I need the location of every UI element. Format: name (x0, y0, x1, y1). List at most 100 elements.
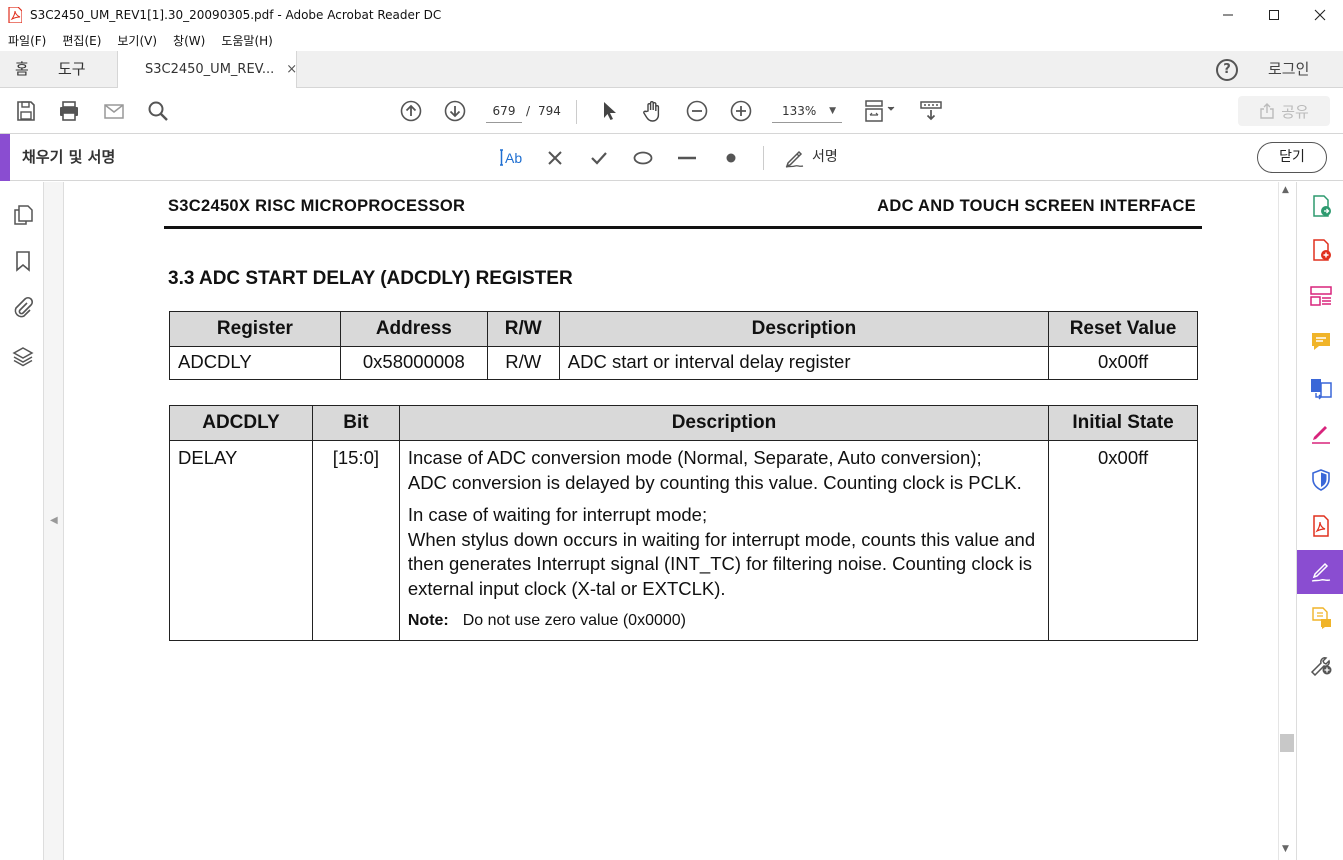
section-title: 3.3 ADC START DELAY (ADCDLY) REGISTER (168, 268, 573, 289)
share-label: 공유 (1281, 102, 1309, 121)
bit-field-table: ADCDLY Bit Description Initial State DEL… (169, 405, 1198, 641)
initial-state-cell: 0x00ff (1048, 440, 1198, 641)
page-display-icon[interactable] (863, 99, 897, 123)
attachments-icon[interactable] (12, 296, 34, 318)
table-header-row: ADCDLY Bit Description Initial State (169, 405, 1198, 441)
minimize-icon (1223, 14, 1233, 16)
left-pane-collapse[interactable]: ◀ (44, 182, 64, 860)
menu-window[interactable]: 창(W) (165, 32, 213, 49)
protect-tool[interactable] (1297, 458, 1343, 502)
add-text-icon[interactable]: Ab (498, 146, 526, 170)
column-header: Description (398, 405, 1050, 441)
fill-toolbar-divider (763, 146, 764, 170)
share-icon (1260, 103, 1274, 119)
send-for-review-tool[interactable] (1297, 596, 1343, 640)
toolbar-divider (576, 100, 577, 124)
close-tab-icon[interactable]: × (286, 62, 297, 77)
scroll-up-icon[interactable]: ▲ (1282, 185, 1289, 195)
close-tool-button[interactable]: 닫기 (1257, 142, 1327, 173)
fill-sign-pen-tool[interactable] (1297, 412, 1343, 456)
tab-document[interactable]: S3C2450_UM_REV... × (117, 51, 297, 88)
create-pdf-tool[interactable] (1297, 228, 1343, 272)
bookmarks-icon[interactable] (12, 250, 34, 272)
sign-pen-icon[interactable] (783, 146, 807, 170)
minimize-button[interactable] (1205, 0, 1251, 30)
send-for-review-icon (1311, 607, 1331, 629)
cross-mark-icon[interactable] (543, 146, 567, 170)
menu-help[interactable]: 도움말(H) (213, 32, 281, 49)
column-header: ADCDLY (169, 405, 313, 441)
field-name-cell: DELAY (169, 440, 313, 641)
combine-files-tool[interactable] (1297, 366, 1343, 410)
column-header: R/W (486, 311, 560, 347)
export-pdf-tool[interactable] (1297, 184, 1343, 228)
window-titlebar: S3C2450_UM_REV1[1].30_20090305.pdf - Ado… (0, 0, 1343, 30)
table-header-row: Register Address R/W Description Reset V… (169, 311, 1198, 347)
running-header-right: ADC AND TOUCH SCREEN INTERFACE (877, 197, 1196, 215)
close-window-button[interactable] (1297, 0, 1343, 30)
edit-pdf-tool[interactable] (1297, 504, 1343, 548)
scroll-down-icon[interactable]: ▼ (1282, 844, 1289, 854)
menubar: 파일(F) 편집(E) 보기(V) 창(W) 도움말(H) (0, 30, 1343, 51)
sign-label[interactable]: 서명 (812, 134, 838, 181)
window-title: S3C2450_UM_REV1[1].30_20090305.pdf - Ado… (30, 8, 442, 22)
maximize-button[interactable] (1251, 0, 1297, 30)
tab-home[interactable]: 홈 (15, 51, 29, 88)
scrollbar-thumb[interactable] (1280, 734, 1294, 752)
export-pdf-icon (1312, 195, 1331, 217)
collapse-arrow-icon: ◀ (50, 515, 58, 526)
description-paragraph: Incase of ADC conversion mode (Normal, S… (408, 446, 1040, 495)
fill-sign-active-tool[interactable] (1297, 550, 1343, 594)
line-icon[interactable] (675, 146, 699, 170)
acrobat-pdf-icon (8, 7, 22, 23)
menu-file[interactable]: 파일(F) (0, 32, 54, 49)
email-icon[interactable] (102, 99, 126, 123)
reset-value-cell: 0x00ff (1048, 346, 1198, 380)
total-pages: 794 (538, 104, 561, 118)
hand-tool-icon[interactable] (641, 99, 665, 123)
page-down-icon[interactable] (443, 99, 467, 123)
scroll-mode-icon[interactable] (919, 99, 943, 123)
zoom-in-icon[interactable] (729, 99, 753, 123)
page-thumbnails-icon[interactable] (12, 204, 34, 226)
menu-view[interactable]: 보기(V) (109, 32, 165, 49)
column-header: Initial State (1048, 405, 1198, 441)
description-line: Incase of ADC conversion mode (Normal, S… (407, 447, 982, 468)
ellipse-icon[interactable] (631, 146, 655, 170)
description-line: In case of waiting for interrupt mode; (407, 504, 708, 525)
check-mark-icon[interactable] (587, 146, 611, 170)
note-text: Do not use zero value (0x0000) (462, 612, 686, 629)
help-icon[interactable]: ? (1216, 59, 1238, 81)
column-header: Description (558, 311, 1050, 347)
search-icon[interactable] (146, 99, 170, 123)
select-cursor-icon[interactable] (598, 99, 622, 123)
print-icon[interactable] (57, 99, 81, 123)
description-cell: ADC start or interval delay register (558, 346, 1050, 380)
create-pdf-icon (1312, 239, 1331, 261)
dot-icon[interactable] (719, 146, 743, 170)
save-icon[interactable] (14, 99, 38, 123)
more-tools[interactable] (1297, 642, 1343, 686)
address-cell: 0x58000008 (339, 346, 488, 380)
vertical-scrollbar[interactable]: ▲ ▼ (1278, 182, 1295, 860)
note-label: Note: (407, 612, 449, 629)
document-viewport[interactable]: S3C2450X RISC MICROPROCESSOR ADC AND TOU… (65, 182, 1278, 860)
edit-pdf-icon (1312, 515, 1329, 537)
share-button[interactable]: 공유 (1238, 96, 1330, 126)
bit-range-cell: [15:0] (311, 440, 400, 641)
page-up-icon[interactable] (399, 99, 423, 123)
layers-icon[interactable] (12, 345, 34, 367)
zoom-out-icon[interactable] (685, 99, 709, 123)
organize-pages-tool[interactable] (1297, 274, 1343, 318)
login-button[interactable]: 로그인 (1268, 51, 1309, 88)
column-header: Bit (311, 405, 400, 441)
tab-bar: 홈 도구 S3C2450_UM_REV... × ? 로그인 (0, 51, 1343, 88)
fill-sign-toolbar: 채우기 및 서명 Ab 서명 닫기 (0, 134, 1343, 181)
zoom-level-dropdown[interactable]: 133% ▼ (772, 99, 842, 123)
menu-edit[interactable]: 편집(E) (54, 32, 109, 49)
page-number-input[interactable]: 679 (486, 99, 522, 123)
comment-tool[interactable] (1297, 320, 1343, 364)
tab-tools[interactable]: 도구 (58, 51, 86, 88)
note: Note: Do not use zero value (0x0000) (408, 609, 1040, 634)
column-header: Address (339, 311, 488, 347)
